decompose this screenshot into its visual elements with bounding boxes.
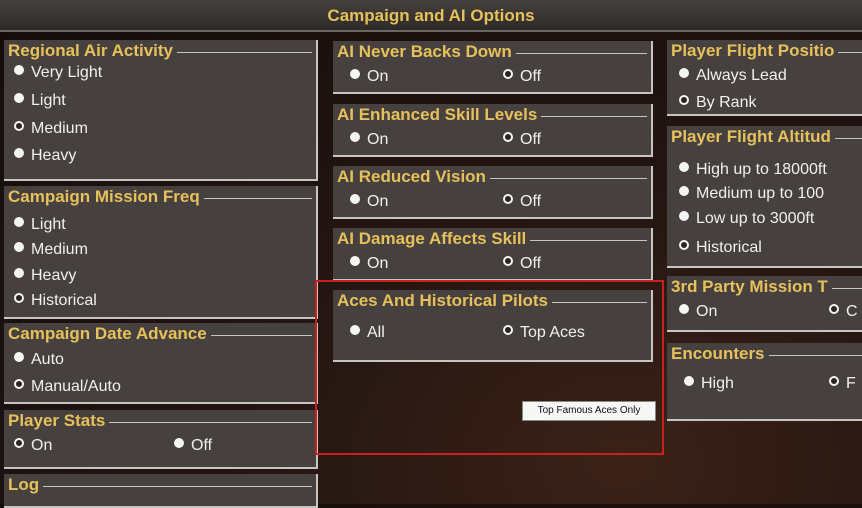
radio-medium[interactable]: Medium [14,241,88,259]
group-frame-line [8,486,312,487]
radio-selected-icon [503,194,513,204]
radio-dot-icon [14,268,24,278]
radio-dot-icon [684,376,694,386]
radio-on[interactable]: On [350,131,388,149]
radio-second[interactable]: F [829,375,856,393]
radio-light[interactable]: Light [14,216,66,234]
group-title: Campaign Date Advance [8,324,211,344]
radio-dot-icon [14,352,24,362]
radio-selected-icon [14,293,24,303]
ai-reduced-vision-group: AI Reduced Vision On Off [333,166,653,219]
campaign-date-advance-group: Campaign Date Advance Auto Manual/Auto [4,323,318,404]
radio-historical[interactable]: Historical [14,292,97,310]
radio-off[interactable]: Off [503,193,541,211]
radio-auto[interactable]: Auto [14,351,64,369]
group-title: 3rd Party Mission T [671,277,832,297]
radio-on[interactable]: On [350,68,388,86]
player-flight-position-group: Player Flight Positio Always Lead By Ran… [667,40,862,116]
window-title: Campaign and AI Options [327,6,535,25]
radio-off[interactable]: Off [503,68,541,86]
radio-by-rank[interactable]: By Rank [679,94,756,112]
radio-selected-icon [503,132,513,142]
group-title: Log [8,475,44,495]
radio-medium[interactable]: Medium [14,120,88,138]
player-stats-group: Player Stats On Off [4,410,318,469]
campaign-mission-freq-group: Campaign Mission Freq Light Medium Heavy… [4,186,318,319]
radio-always-lead[interactable]: Always Lead [679,67,787,85]
group-title: AI Never Backs Down [337,42,516,62]
radio-dot-icon [350,132,360,142]
radio-dot-icon [14,65,24,75]
radio-high[interactable]: High up to 18000ft [679,161,827,179]
log-group: Log [4,474,318,508]
group-title: Encounters [671,344,769,364]
radio-very-light[interactable]: Very Light [14,64,102,82]
radio-dot-icon [679,68,689,78]
radio-on[interactable]: On [14,437,52,455]
radio-on[interactable]: On [350,193,388,211]
group-title: Regional Air Activity [8,41,177,61]
player-flight-altitude-group: Player Flight Altitud High up to 18000ft… [667,126,862,268]
group-title: Player Stats [8,411,110,431]
radio-second[interactable]: C [829,303,858,321]
radio-manual-auto[interactable]: Manual/Auto [14,378,121,396]
radio-selected-icon [503,256,513,266]
radio-on[interactable]: On [350,255,388,273]
radio-historical[interactable]: Historical [679,239,762,257]
radio-dot-icon [679,304,689,314]
encounters-group: Encounters High F [667,343,862,421]
radio-dot-icon [679,186,689,196]
group-title: Campaign Mission Freq [8,187,204,207]
radio-medium[interactable]: Medium up to 100 [679,185,824,203]
radio-dot-icon [679,211,689,221]
ai-enhanced-skill-group: AI Enhanced Skill Levels On Off [333,104,653,157]
group-title: AI Reduced Vision [337,167,490,187]
radio-selected-icon [14,121,24,131]
ai-damage-affects-skill-group: AI Damage Affects Skill On Off [333,228,653,281]
radio-dot-icon [679,162,689,172]
title-bar: Campaign and AI Options [0,0,862,32]
group-title: AI Damage Affects Skill [337,229,531,249]
group-title: AI Enhanced Skill Levels [337,105,542,125]
group-title: Player Flight Altitud [671,127,835,147]
radio-selected-icon [679,240,689,250]
radio-selected-icon [503,69,513,79]
radio-dot-icon [350,194,360,204]
radio-dot-icon [14,93,24,103]
radio-dot-icon [14,148,24,158]
third-party-mission-group: 3rd Party Mission T On C [667,276,862,332]
radio-selected-icon [679,95,689,105]
radio-high[interactable]: High [684,375,734,393]
radio-selected-icon [829,376,839,386]
radio-selected-icon [829,304,839,314]
radio-on[interactable]: On [679,303,717,321]
radio-dot-icon [350,69,360,79]
radio-selected-icon [14,438,24,448]
regional-air-activity-group: Regional Air Activity Very Light Light M… [4,40,318,181]
radio-off[interactable]: Off [174,437,212,455]
radio-off[interactable]: Off [503,255,541,273]
radio-dot-icon [174,438,184,448]
radio-heavy[interactable]: Heavy [14,147,76,165]
radio-heavy[interactable]: Heavy [14,267,76,285]
tooltip: Top Famous Aces Only [522,401,656,421]
radio-off[interactable]: Off [503,131,541,149]
radio-dot-icon [14,242,24,252]
radio-dot-icon [14,217,24,227]
radio-selected-icon [14,379,24,389]
highlight-box [315,280,664,455]
radio-dot-icon [350,256,360,266]
ai-never-backs-down-group: AI Never Backs Down On Off [333,41,653,94]
radio-low[interactable]: Low up to 3000ft [679,210,814,228]
radio-light[interactable]: Light [14,92,66,110]
group-title: Player Flight Positio [671,41,839,61]
